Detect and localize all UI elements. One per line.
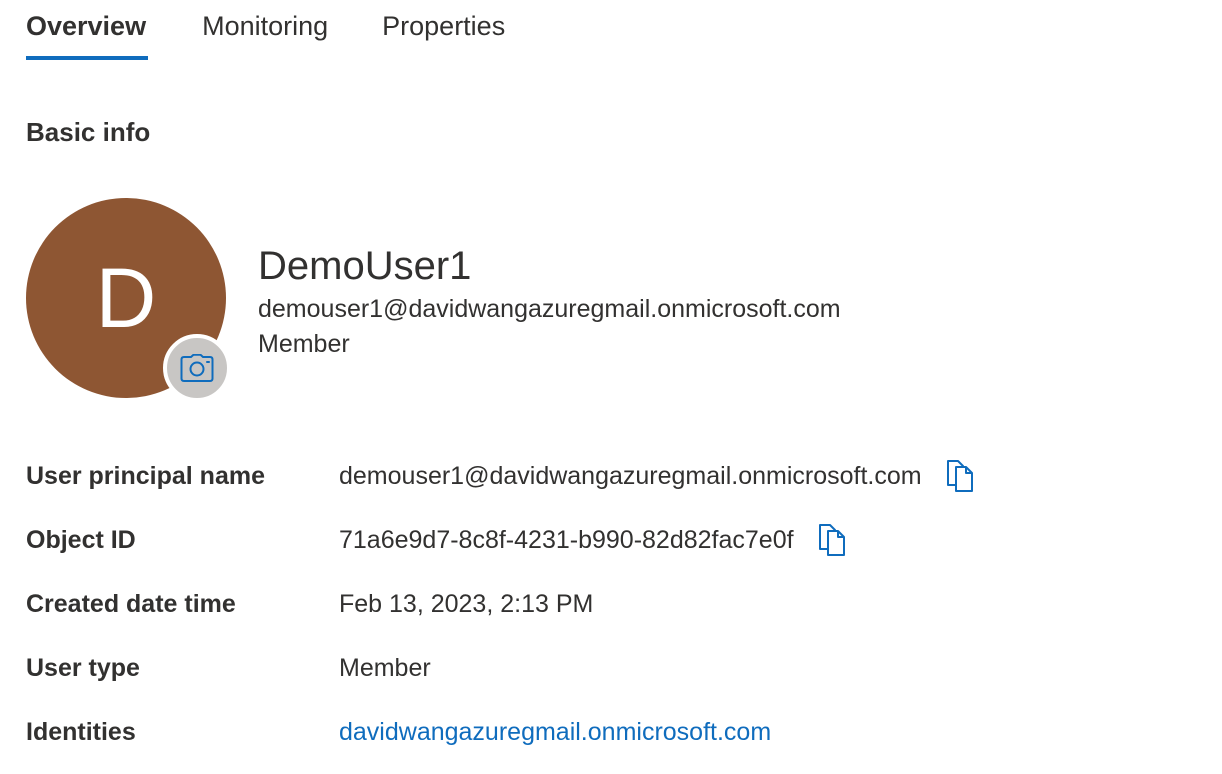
camera-icon <box>180 354 214 382</box>
object-id-label: Object ID <box>26 525 136 554</box>
identities-link[interactable]: davidwangazuregmail.onmicrosoft.com <box>339 718 771 747</box>
basic-info-heading: Basic info <box>26 117 151 147</box>
copy-icon <box>946 460 973 492</box>
tab-bar: Overview Monitoring Properties <box>26 0 505 62</box>
object-id-value: 71a6e9d7-8c8f-4231-b990-82d82fac7e0f <box>339 525 794 554</box>
user-identity-block: DemoUser1 demouser1@davidwangazuregmail.… <box>258 240 841 362</box>
properties-list: User principal name demouser1@davidwanga… <box>26 444 978 764</box>
tab-monitoring[interactable]: Monitoring <box>202 0 328 62</box>
created-date-value: Feb 13, 2023, 2:13 PM <box>339 589 594 618</box>
property-row-created: Created date time Feb 13, 2023, 2:13 PM <box>26 572 978 636</box>
change-photo-button[interactable] <box>163 334 231 402</box>
identities-label: Identities <box>26 717 136 746</box>
copy-icon <box>818 524 845 556</box>
avatar-initial: D <box>95 251 157 345</box>
tab-overview[interactable]: Overview <box>26 0 149 62</box>
property-row-upn: User principal name demouser1@davidwanga… <box>26 444 978 508</box>
tab-properties[interactable]: Properties <box>382 0 505 62</box>
upn-label: User principal name <box>26 461 265 490</box>
upn-value: demouser1@davidwangazuregmail.onmicrosof… <box>339 461 922 490</box>
user-type-value: Member <box>339 653 431 682</box>
property-row-object-id: Object ID 71a6e9d7-8c8f-4231-b990-82d82f… <box>26 508 978 572</box>
user-overview-page: Overview Monitoring Properties Basic inf… <box>0 0 1222 774</box>
user-display-name: DemoUser1 <box>258 244 472 288</box>
user-email: demouser1@davidwangazuregmail.onmicrosof… <box>258 295 841 323</box>
property-row-user-type: User type Member <box>26 636 978 700</box>
copy-upn-button[interactable] <box>944 458 978 494</box>
copy-object-id-button[interactable] <box>816 522 850 558</box>
user-type: Member <box>258 330 350 358</box>
user-type-label: User type <box>26 653 140 682</box>
created-date-label: Created date time <box>26 589 236 618</box>
property-row-identities: Identities davidwangazuregmail.onmicroso… <box>26 700 978 764</box>
